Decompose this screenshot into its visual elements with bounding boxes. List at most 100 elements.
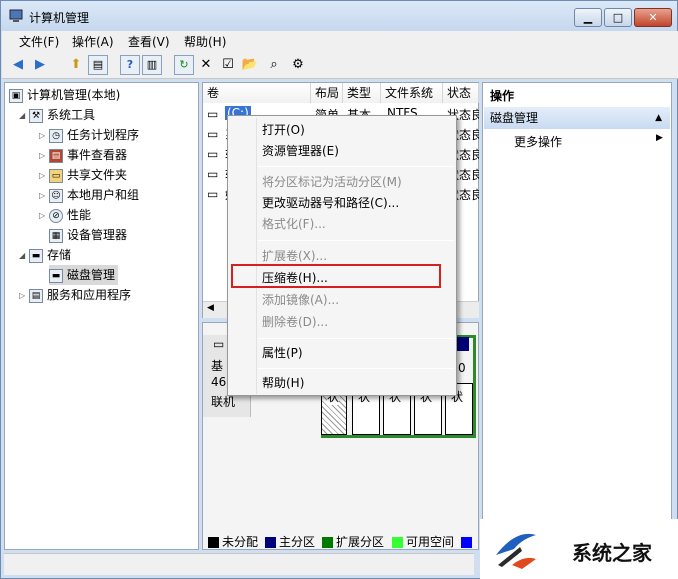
menu-item-properties[interactable]: 属性(P) bbox=[262, 343, 303, 363]
main-window: 计算机管理 ▁ □ ✕ 文件(F) 操作(A) 查看(V) 帮助(H) ◀ ▶ … bbox=[0, 0, 678, 579]
back-arrow-icon[interactable]: ◀ bbox=[8, 55, 28, 75]
tree-item-disk-management[interactable]: ▬ 磁盘管理 bbox=[49, 265, 119, 285]
tree-item-storage[interactable]: ◢ ▬ 存储 bbox=[19, 245, 71, 265]
expand-arrow-icon[interactable]: ▷ bbox=[39, 186, 49, 206]
show-hide-tree-icon[interactable]: ▤ bbox=[88, 55, 108, 75]
disk-label-line2: 46 bbox=[211, 375, 227, 389]
menu-item-change-drive-letter[interactable]: 更改驱动器号和路径(C)... bbox=[262, 193, 399, 213]
menu-file[interactable]: 文件(F) bbox=[17, 33, 61, 50]
show-hide-action-icon[interactable]: ▥ bbox=[142, 55, 162, 75]
minimize-button[interactable]: ▁ bbox=[574, 8, 602, 27]
legend-extended: 扩展分区 bbox=[322, 534, 384, 550]
menu-item-delete-volume[interactable]: 删除卷(D)... bbox=[262, 312, 328, 332]
close-button[interactable]: ✕ bbox=[634, 8, 672, 27]
tree-item-device-manager[interactable]: ▦ 设备管理器 bbox=[49, 225, 127, 245]
tree-item-label: 本地用户和组 bbox=[67, 188, 140, 202]
context-menu: 打开(O) 资源管理器(E) 将分区标记为活动分区(M) 更改驱动器号和路径(C… bbox=[227, 115, 457, 396]
menu-item-mark-active[interactable]: 将分区标记为活动分区(M) bbox=[262, 172, 402, 192]
expand-arrow-icon[interactable]: ▷ bbox=[39, 146, 49, 166]
tree-item-label: 事件查看器 bbox=[67, 148, 128, 162]
column-header-type[interactable]: 类型 bbox=[343, 83, 381, 103]
tree-item-task-scheduler[interactable]: ▷ ◷ 任务计划程序 bbox=[39, 125, 139, 145]
legend-swatch bbox=[392, 537, 403, 548]
menu-separator bbox=[258, 368, 454, 369]
legend-unallocated: 未分配 bbox=[208, 534, 258, 550]
menu-item-format[interactable]: 格式化(F)... bbox=[262, 214, 326, 234]
menu-separator bbox=[258, 240, 454, 241]
collapse-up-icon[interactable]: ▲ bbox=[655, 107, 662, 129]
drive-icon: ▭ bbox=[207, 187, 219, 201]
up-folder-icon[interactable]: ⬆ bbox=[66, 55, 86, 75]
tree-item-label: 磁盘管理 bbox=[67, 268, 116, 282]
column-header-layout[interactable]: 布局 bbox=[311, 83, 343, 103]
watermark-text: 系统之家 bbox=[572, 541, 652, 565]
column-header-status[interactable]: 状态 bbox=[443, 83, 479, 103]
window-title: 计算机管理 bbox=[29, 11, 90, 25]
tree-item-event-viewer[interactable]: ▷ ▤ 事件查看器 bbox=[39, 145, 127, 165]
scroll-left-icon[interactable]: ◀ bbox=[207, 303, 214, 313]
tools-icon: ⚒ bbox=[29, 108, 43, 123]
drive-icon: ▭ bbox=[207, 147, 219, 161]
tree-item-local-users[interactable]: ▷ ☺ 本地用户和组 bbox=[39, 185, 139, 205]
collapse-arrow-icon[interactable]: ◢ bbox=[19, 246, 29, 266]
menu-item-add-mirror[interactable]: 添加镜像(A)... bbox=[262, 290, 339, 310]
disk-settings-icon[interactable]: ⚙ bbox=[288, 55, 308, 75]
tree-item-root[interactable]: ▣ 计算机管理(本地) bbox=[9, 85, 120, 105]
menu-view[interactable]: 查看(V) bbox=[126, 33, 172, 50]
column-header-volume[interactable]: 卷 bbox=[203, 83, 311, 103]
legend-label: 可用空间 bbox=[406, 535, 455, 549]
menu-item-open[interactable]: 打开(O) bbox=[262, 120, 305, 140]
menu-item-help[interactable]: 帮助(H) bbox=[262, 373, 304, 393]
tree-item-services[interactable]: ▷ ▤ 服务和应用程序 bbox=[19, 285, 131, 305]
device-manager-icon: ▦ bbox=[49, 228, 63, 243]
expand-arrow-icon[interactable]: ▷ bbox=[39, 126, 49, 146]
legend-free-space: 可用空间 bbox=[392, 534, 454, 550]
watermark-logo bbox=[492, 525, 540, 573]
menu-action[interactable]: 操作(A) bbox=[70, 33, 116, 50]
disk-label-line1: 基 bbox=[211, 359, 224, 373]
expand-arrow-icon[interactable]: ▷ bbox=[19, 286, 29, 306]
tree-item-label: 服务和应用程序 bbox=[47, 288, 132, 302]
computer-management-icon bbox=[9, 8, 25, 24]
properties-icon[interactable]: ☑ bbox=[218, 55, 238, 75]
open-folder-icon[interactable]: 📂 bbox=[240, 55, 260, 75]
forward-arrow-icon[interactable]: ▶ bbox=[30, 55, 50, 75]
status-bar bbox=[4, 553, 474, 575]
legend-label: 主分区 bbox=[279, 535, 316, 549]
shared-folder-icon: ▭ bbox=[49, 168, 63, 183]
expand-arrow-icon[interactable]: ▷ bbox=[39, 166, 49, 186]
tree-item-system-tools[interactable]: ◢ ⚒ 系统工具 bbox=[19, 105, 95, 125]
menu-item-extend-volume[interactable]: 扩展卷(X)... bbox=[262, 246, 327, 266]
legend-logical bbox=[461, 534, 475, 550]
disk-icon: ▬ bbox=[49, 268, 63, 283]
refresh-icon[interactable]: ↻ bbox=[174, 55, 194, 75]
delete-icon[interactable]: ✕ bbox=[196, 55, 216, 75]
action-section-disk-management[interactable]: 磁盘管理 ▲ bbox=[484, 107, 670, 129]
legend-swatch bbox=[322, 537, 333, 548]
expand-arrow-icon[interactable]: ▷ bbox=[39, 206, 49, 226]
menu-help[interactable]: 帮助(H) bbox=[182, 33, 228, 50]
action-section-label: 磁盘管理 bbox=[490, 111, 539, 125]
menu-gutter bbox=[256, 118, 257, 394]
drive-icon: ▭ bbox=[207, 107, 219, 121]
tree-item-label: 存储 bbox=[47, 248, 72, 262]
help-icon[interactable]: ? bbox=[120, 55, 140, 75]
collapse-arrow-icon[interactable]: ◢ bbox=[19, 106, 29, 126]
tree-item-performance[interactable]: ▷ ⊘ 性能 bbox=[39, 205, 91, 225]
highlight-box bbox=[231, 264, 441, 288]
performance-icon: ⊘ bbox=[49, 208, 63, 223]
legend-primary: 主分区 bbox=[265, 534, 315, 550]
toolbar: ◀ ▶ ⬆ ▤ ? ▥ ↻ ✕ ☑ 📂 ⌕ ⚙ bbox=[2, 51, 678, 79]
maximize-button[interactable]: □ bbox=[604, 8, 632, 27]
tree-item-label: 共享文件夹 bbox=[67, 168, 128, 182]
clock-icon: ◷ bbox=[49, 128, 63, 143]
menu-bar: 文件(F) 操作(A) 查看(V) 帮助(H) bbox=[2, 31, 678, 51]
legend-swatch bbox=[265, 537, 276, 548]
search-icon[interactable]: ⌕ bbox=[264, 55, 284, 75]
more-actions-item[interactable]: 更多操作 ▶ bbox=[514, 133, 664, 151]
tree-item-label: 性能 bbox=[67, 208, 92, 222]
column-header-fs[interactable]: 文件系统 bbox=[381, 83, 443, 103]
tree-item-shared-folders[interactable]: ▷ ▭ 共享文件夹 bbox=[39, 165, 127, 185]
menu-item-explorer[interactable]: 资源管理器(E) bbox=[262, 141, 339, 161]
more-actions-label: 更多操作 bbox=[514, 135, 563, 149]
